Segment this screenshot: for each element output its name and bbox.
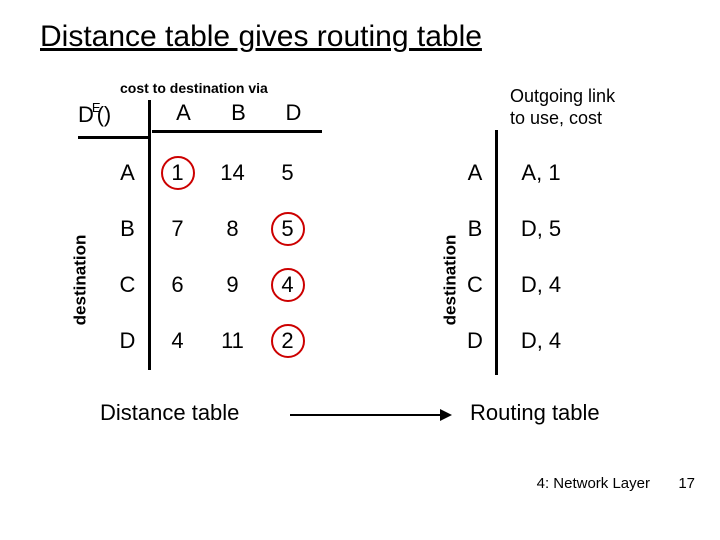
row-label: B [454, 216, 496, 242]
cell-circled: 2 [260, 328, 315, 354]
cell: 4 [150, 328, 205, 354]
page-number: 17 [678, 475, 695, 492]
routing-table: A A, 1 B D, 5 C D, 4 D D, 4 [454, 145, 576, 369]
right-subtitle-line1: Outgoing link [510, 86, 615, 108]
cell: 11 [205, 328, 260, 354]
row-value: D, 4 [496, 272, 576, 298]
routing-table-label: Routing table [470, 400, 600, 426]
row-label: C [454, 272, 496, 298]
distance-table-label: Distance table [100, 400, 239, 426]
row-label: D [454, 328, 496, 354]
row-value: D, 5 [496, 216, 576, 242]
table-row: D 4 11 2 [105, 313, 315, 369]
table-row: A A, 1 [454, 145, 576, 201]
footer-section: 4: Network Layer [537, 475, 650, 492]
row-label: A [105, 160, 150, 186]
cell: 6 [150, 272, 205, 298]
col-header: A [156, 100, 211, 126]
right-subtitle-line2: to use, cost [510, 108, 615, 130]
row-label: C [105, 272, 150, 298]
distance-symbol-paren: () [97, 102, 112, 127]
distance-table: A 1 14 5 B 7 8 5 C 6 9 4 D 4 11 2 [105, 145, 315, 369]
right-subtitle: Outgoing link to use, cost [510, 86, 615, 129]
cell: 5 [260, 160, 315, 186]
distance-table-col-headers: A B D [156, 100, 321, 126]
cell: 14 [205, 160, 260, 186]
cell-circled: 5 [260, 216, 315, 242]
cell: 7 [150, 216, 205, 242]
table-row: A 1 14 5 [105, 145, 315, 201]
row-value: A, 1 [496, 160, 576, 186]
arrow-right-icon [290, 414, 450, 416]
table-row: C 6 9 4 [105, 257, 315, 313]
table-row: B D, 5 [454, 201, 576, 257]
left-subtitle: cost to destination via [120, 80, 268, 96]
cell: 9 [205, 272, 260, 298]
table-row: C D, 4 [454, 257, 576, 313]
row-label: A [454, 160, 496, 186]
table-h-rule [152, 130, 322, 133]
distance-symbol: DE() [78, 102, 117, 128]
table-row: B 7 8 5 [105, 201, 315, 257]
cell-circled: 1 [150, 160, 205, 186]
left-axis-label: destination [70, 235, 90, 326]
col-header: D [266, 100, 321, 126]
row-label: B [105, 216, 150, 242]
row-value: D, 4 [496, 328, 576, 354]
row-label: D [105, 328, 150, 354]
page-title: Distance table gives routing table [40, 20, 482, 54]
table-row: D D, 4 [454, 313, 576, 369]
cell-circled: 4 [260, 272, 315, 298]
cell: 8 [205, 216, 260, 242]
col-header: B [211, 100, 266, 126]
table-h-rule-short [78, 136, 150, 139]
